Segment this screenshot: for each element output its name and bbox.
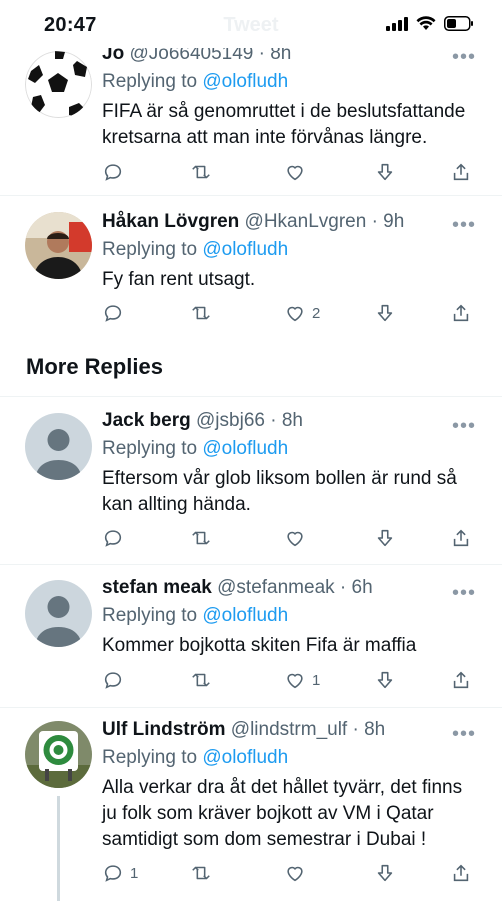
like-count: 2	[312, 304, 321, 322]
reply-icon	[104, 672, 122, 689]
replies-feed: ••• Jo @Jo66405149 · 8h Replying to @olo…	[0, 0, 502, 901]
share-icon	[453, 529, 469, 547]
downvote-button[interactable]	[374, 159, 396, 185]
heart-icon	[287, 306, 303, 322]
reply-count: 1	[130, 864, 139, 882]
reply-icon	[104, 164, 122, 181]
down-arrow-icon	[377, 163, 393, 181]
reply-button[interactable]	[102, 300, 130, 326]
handle[interactable]: @stefanmeak · 6h	[217, 577, 373, 598]
avatar-photo[interactable]	[25, 212, 92, 279]
replying-to: Replying to @olofludh	[102, 71, 289, 92]
share-button[interactable]	[450, 860, 472, 886]
tweet[interactable]: ••• stefan meak @stefanmeak · 6h Replyin…	[0, 565, 502, 708]
retweet-button[interactable]	[190, 667, 218, 693]
tweet-text: Alla verkar dra åt det hållet tyvärr, de…	[102, 777, 463, 850]
avatar-club-logo[interactable]	[25, 721, 92, 788]
mention-link[interactable]: @olofludh	[202, 438, 288, 459]
retweet-icon	[192, 866, 210, 880]
share-button[interactable]	[450, 667, 472, 693]
mention-link[interactable]: @olofludh	[202, 605, 288, 626]
section-title-more-replies: More Replies	[26, 354, 163, 379]
heart-icon	[287, 165, 303, 181]
replying-to: Replying to @olofludh	[102, 239, 289, 260]
like-button[interactable]	[284, 860, 312, 886]
retweet-button[interactable]	[190, 860, 218, 886]
retweet-icon	[192, 306, 210, 320]
retweet-button[interactable]	[190, 300, 218, 326]
status-time: 20:47	[44, 14, 97, 36]
display-name[interactable]: Ulf Lindström	[102, 719, 226, 740]
replying-to: Replying to @olofludh	[102, 605, 289, 626]
avatar-default[interactable]	[25, 413, 92, 480]
handle[interactable]: @jsbj66 · 8h	[196, 410, 303, 431]
wifi-icon	[416, 16, 436, 30]
tweet[interactable]: ••• Håkan Lövgren @HkanLvgren · 9h Reply…	[0, 196, 502, 336]
share-icon	[453, 864, 469, 882]
heart-icon	[287, 531, 303, 547]
like-button[interactable]: 1	[284, 667, 320, 693]
avatar-soccer-ball[interactable]	[25, 51, 92, 118]
share-button[interactable]	[450, 300, 472, 326]
avatar-default[interactable]	[25, 580, 92, 647]
status-icons	[386, 16, 474, 31]
replying-to: Replying to @olofludh	[102, 747, 289, 768]
downvote-button[interactable]	[374, 525, 396, 551]
status-bar: Tweet 20:47	[0, 0, 502, 48]
down-arrow-icon	[377, 304, 393, 322]
retweet-icon	[192, 165, 210, 179]
reply-icon	[104, 865, 122, 882]
heart-icon	[287, 673, 303, 689]
retweet-icon	[192, 673, 210, 687]
mention-link[interactable]: @olofludh	[202, 239, 288, 260]
like-button[interactable]	[284, 525, 312, 551]
reply-icon	[104, 305, 122, 322]
downvote-button[interactable]	[374, 300, 396, 326]
like-button[interactable]: 2	[284, 300, 320, 326]
battery-icon	[444, 16, 473, 31]
signal-icon	[386, 16, 408, 31]
share-button[interactable]	[450, 525, 472, 551]
tweet-text: Fy fan rent utsagt.	[102, 269, 256, 290]
tweet[interactable]: ••• Jack berg @jsbj66 · 8h Replying to @…	[0, 397, 502, 565]
reply-button[interactable]	[102, 525, 130, 551]
downvote-button[interactable]	[374, 667, 396, 693]
display-name[interactable]: Håkan Lövgren	[102, 211, 239, 232]
handle[interactable]: @lindstrm_ulf · 8h	[231, 719, 385, 740]
display-name[interactable]: stefan meak	[102, 577, 212, 598]
tweet-text: Eftersom vår glob liksom bollen är rund …	[102, 468, 457, 515]
like-button[interactable]	[284, 159, 312, 185]
handle[interactable]: @HkanLvgren · 9h	[245, 211, 405, 232]
downvote-button[interactable]	[374, 860, 396, 886]
tweet[interactable]: ••• Ulf Lindström @lindstrm_ulf · 8h Rep…	[0, 708, 502, 901]
heart-icon	[287, 866, 303, 882]
replying-to: Replying to @olofludh	[102, 438, 289, 459]
retweet-icon	[192, 531, 210, 545]
reply-button[interactable]: 1	[102, 860, 138, 886]
reply-button[interactable]	[102, 667, 130, 693]
share-icon	[453, 671, 469, 689]
reply-button[interactable]	[102, 159, 130, 185]
share-icon	[453, 304, 469, 322]
reply-icon	[104, 530, 122, 547]
down-arrow-icon	[377, 671, 393, 689]
retweet-button[interactable]	[190, 525, 218, 551]
mention-link[interactable]: @olofludh	[202, 747, 288, 768]
down-arrow-icon	[377, 529, 393, 547]
tweet-text: Kommer bojkotta skiten Fifa är maffia	[102, 635, 417, 656]
display-name[interactable]: Jack berg	[102, 410, 191, 431]
share-button[interactable]	[450, 159, 472, 185]
mention-link[interactable]: @olofludh	[202, 71, 288, 92]
retweet-button[interactable]	[190, 159, 218, 185]
tweet-text: FIFA är så genomruttet i de beslutsfatta…	[102, 101, 466, 148]
share-icon	[453, 163, 469, 181]
down-arrow-icon	[377, 864, 393, 882]
like-count: 1	[312, 671, 321, 689]
